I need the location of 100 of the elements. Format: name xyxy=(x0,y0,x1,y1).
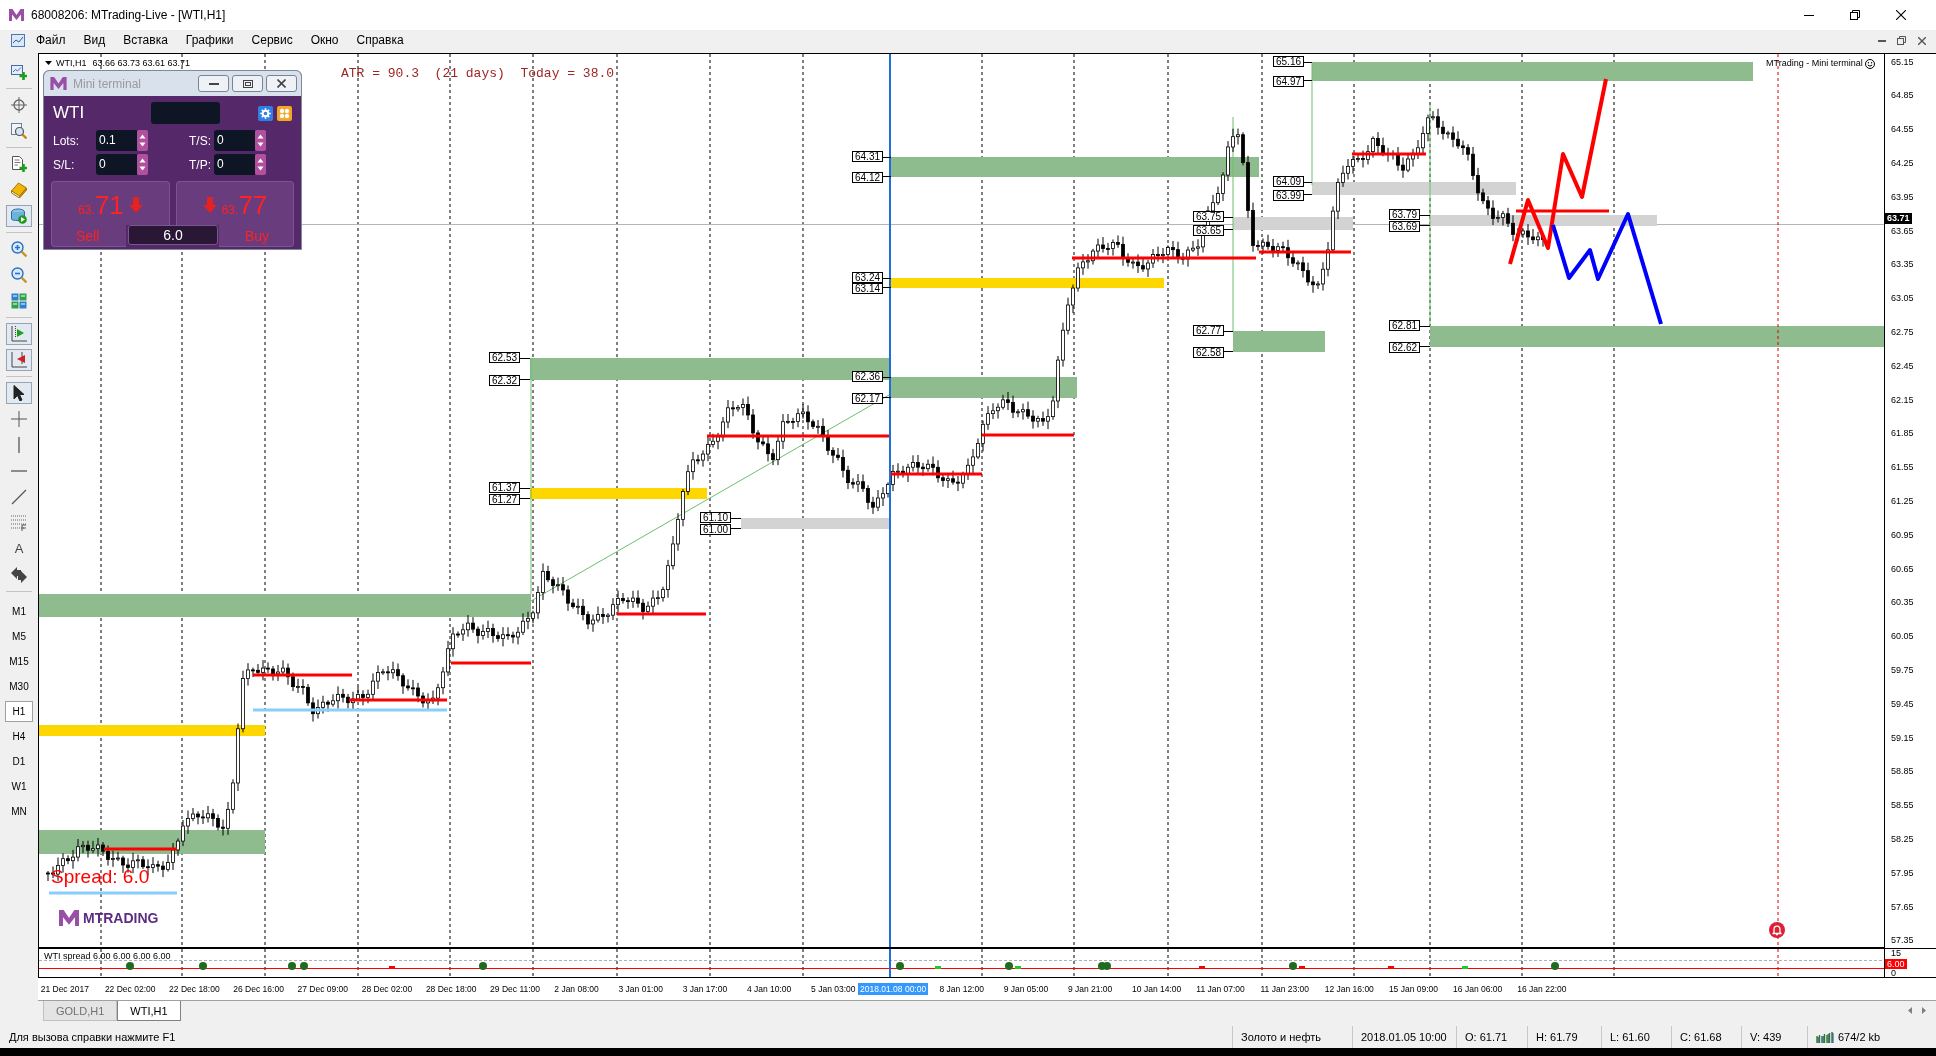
spread-text: Spread: 6.0 xyxy=(51,866,150,888)
field-label: Lots: xyxy=(52,133,80,148)
timeframe-button[interactable]: MN xyxy=(5,801,33,822)
menu-item[interactable]: Справка xyxy=(347,30,413,51)
close-icon xyxy=(1917,36,1926,45)
status-field: C: 61.68 xyxy=(1680,1030,1722,1044)
fibonacci-icon xyxy=(11,515,27,531)
input-field[interactable]: 0 xyxy=(96,154,137,175)
restore-button[interactable] xyxy=(232,75,263,92)
close-button[interactable] xyxy=(266,75,297,92)
down-arrow-icon xyxy=(128,196,143,213)
price-label: 62.58 xyxy=(1193,347,1225,358)
axis-label: 15 xyxy=(1891,949,1901,958)
price-axis-label: 60.95 xyxy=(1891,529,1914,541)
chart-tab[interactable]: WTI,H1 xyxy=(117,1001,181,1021)
menu-item[interactable]: Сервис xyxy=(242,30,302,51)
menu-item[interactable]: Окно xyxy=(301,30,348,51)
price-label: 61.37 xyxy=(489,482,521,493)
window-title: 68008206: MTrading-Live - [WTI,H1] xyxy=(31,8,226,22)
price-axis-label: 61.55 xyxy=(1891,462,1914,474)
price-axis-label: 59.75 xyxy=(1891,664,1914,676)
timeframe-button[interactable]: H1 xyxy=(5,701,33,722)
price-axis-label: 63.65 xyxy=(1891,225,1914,237)
logo-icon xyxy=(9,9,24,21)
price-axis-label: 63.95 xyxy=(1891,191,1914,203)
menu-item[interactable]: Вид xyxy=(74,30,115,51)
price-label: 64.09 xyxy=(1273,176,1305,187)
time-axis-label: 22 Dec 18:00 xyxy=(169,983,220,995)
chart-shift-icon xyxy=(11,326,27,342)
time-axis-label: 2018.01.08 00:00 xyxy=(858,983,929,995)
price-label: 61.00 xyxy=(700,524,732,535)
timeframe-button[interactable]: M30 xyxy=(5,676,33,697)
chart-tab[interactable]: GOLD,H1 xyxy=(43,1001,118,1021)
restore-icon xyxy=(1850,10,1860,20)
menu-item[interactable]: Графики xyxy=(176,30,243,51)
chart-label: MTrading - Mini terminal xyxy=(1766,58,1863,69)
autoscroll-icon xyxy=(11,352,27,368)
price-axis-label: 57.65 xyxy=(1891,901,1914,913)
grid-icon xyxy=(277,105,292,121)
price-label: 65.16 xyxy=(1273,56,1305,67)
time-axis-label: 11 Jan 07:00 xyxy=(1196,983,1245,995)
minimize-icon xyxy=(1877,39,1886,42)
cylinder-play-icon xyxy=(11,208,27,224)
restore-icon xyxy=(242,79,253,88)
time-axis-label: 3 Jan 01:00 xyxy=(618,983,663,995)
logo-icon xyxy=(59,910,79,926)
time-axis-label: 16 Jan 22:00 xyxy=(1517,983,1567,995)
bell-icon xyxy=(1769,922,1785,938)
arrows-icon xyxy=(11,567,27,583)
time-axis-label: 28 Dec 18:00 xyxy=(425,983,477,995)
traffic-text: 674/2 kb xyxy=(1838,1030,1881,1044)
price-label: 63.79 xyxy=(1389,209,1421,220)
menu-item[interactable]: Вставка xyxy=(114,30,177,51)
minimize-button[interactable] xyxy=(198,75,229,92)
chart-window-icon xyxy=(11,34,25,47)
gear-icon xyxy=(258,105,273,121)
trend-line-icon xyxy=(11,489,27,505)
close-icon xyxy=(1896,10,1906,20)
timeframe-button[interactable]: H4 xyxy=(5,726,33,747)
price-axis-label: 64.55 xyxy=(1891,124,1914,136)
price-axis-label: 60.05 xyxy=(1891,631,1914,643)
time-axis-label: 9 Jan 21:00 xyxy=(1067,983,1113,995)
book-icon xyxy=(11,182,27,198)
time-axis-label: 22 Dec 02:00 xyxy=(104,983,156,995)
price-label: 63.14 xyxy=(852,283,884,294)
price-axis-label: 57.35 xyxy=(1891,935,1914,947)
restore-icon xyxy=(1897,36,1906,45)
horizontal-line-icon xyxy=(11,470,27,472)
input-field[interactable]: 0.1 xyxy=(96,130,137,151)
smiley-icon xyxy=(1864,58,1875,69)
price-label: 62.36 xyxy=(852,371,884,382)
spinner-icon xyxy=(137,130,148,151)
zoom-in-icon xyxy=(11,241,27,257)
text-tool-button[interactable]: A xyxy=(6,538,32,560)
price-label: 64.97 xyxy=(1273,76,1305,87)
chart-plus-icon xyxy=(11,64,27,80)
timeframe-button[interactable]: M5 xyxy=(5,626,33,647)
spinner-icon xyxy=(137,154,148,175)
price-label: 64.12 xyxy=(852,172,884,183)
price-label: 62.17 xyxy=(852,393,884,404)
price-label: 63.65 xyxy=(1193,225,1225,236)
price-axis-label: 62.15 xyxy=(1891,394,1914,406)
price-label: 62.32 xyxy=(489,375,521,386)
time-axis-label: 5 Jan 03:00 xyxy=(811,983,856,995)
timeframe-button[interactable]: D1 xyxy=(5,751,33,772)
field-label: S/L: xyxy=(52,157,76,172)
spread-display: 6.0 xyxy=(128,225,218,245)
timeframe-button[interactable]: W1 xyxy=(5,776,33,797)
price-label: 62.62 xyxy=(1389,342,1421,353)
status-field: H: 61.79 xyxy=(1536,1030,1578,1044)
toolbar-button[interactable] xyxy=(6,382,32,404)
cross-icon xyxy=(11,411,27,427)
input-field[interactable]: 0 xyxy=(214,154,255,175)
timeframe-button[interactable]: M15 xyxy=(5,651,33,672)
menu-item[interactable]: Файл xyxy=(27,30,75,51)
price-label: 64.31 xyxy=(852,151,884,162)
input-field[interactable]: 0 xyxy=(214,130,255,151)
price-axis-label: 59.15 xyxy=(1891,732,1914,744)
timeframe-button[interactable]: M1 xyxy=(5,601,33,622)
magnifier-icon xyxy=(11,123,27,139)
